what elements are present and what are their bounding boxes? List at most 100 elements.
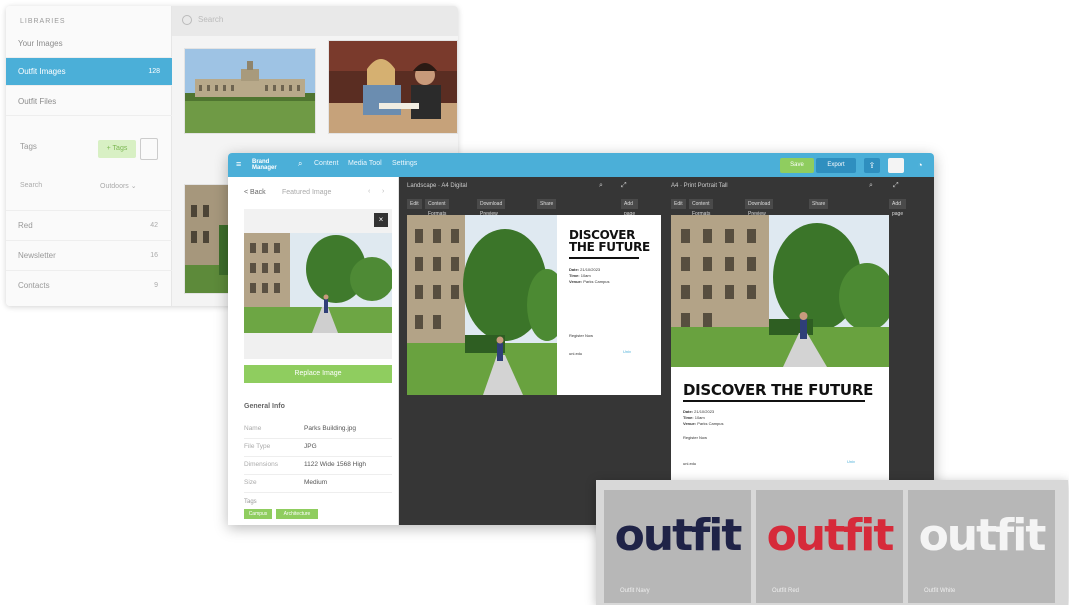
list-item-count: 16 bbox=[150, 252, 158, 259]
tool-content-formats[interactable]: Content Formats bbox=[425, 199, 450, 217]
brand-logo: Brand Manager bbox=[252, 159, 277, 171]
logo-card-red[interactable]: outfit Outfit Red bbox=[756, 490, 903, 603]
menu-icon[interactable]: ≡ bbox=[236, 159, 241, 169]
outfit-logo: outfit bbox=[918, 510, 1047, 561]
filter-search-label[interactable]: Search bbox=[20, 182, 42, 189]
canvas-area: Landscape · A4 Digital ⌕ ⤢ Edit Content … bbox=[399, 177, 934, 525]
event-venue: Venue: Parks Campus bbox=[569, 279, 610, 284]
sidebar-item-outfit-files[interactable]: Outfit Files bbox=[6, 88, 172, 116]
tool-add-page[interactable]: Add page bbox=[621, 199, 639, 217]
arrow-right-icon[interactable]: › bbox=[382, 188, 384, 195]
info-value: JPG bbox=[304, 443, 317, 450]
properties-panel: < Back Featured Image ‹ › × Replace Imag… bbox=[228, 177, 399, 525]
tag-chip[interactable]: Campus bbox=[244, 509, 272, 519]
info-row-name: Name Parks Building.jpg bbox=[244, 421, 392, 439]
nav-content[interactable]: Content bbox=[314, 160, 339, 167]
tool-download-preview[interactable]: Download Preview bbox=[745, 199, 774, 217]
event-date: Date: 21/10/2023 bbox=[569, 267, 601, 272]
tool-edit[interactable]: Edit bbox=[671, 199, 686, 209]
tool-content-formats[interactable]: Content Formats bbox=[689, 199, 714, 217]
zoom-icon[interactable]: ⌕ bbox=[869, 182, 873, 190]
info-value: Parks Building.jpg bbox=[304, 425, 357, 432]
editor-window: ≡ Brand Manager ⌕ Content Media Tool Set… bbox=[228, 153, 934, 525]
tag-chip[interactable]: Architecture bbox=[276, 509, 318, 519]
headline: DISCOVER THE FUTURE bbox=[569, 229, 650, 253]
nav-settings[interactable]: Settings bbox=[392, 160, 417, 167]
event-venue: Venue: Parks Campus bbox=[683, 421, 724, 426]
headline-underline bbox=[683, 400, 865, 402]
expand-icon[interactable]: ⤢ bbox=[893, 182, 899, 190]
sidebar-item-count: 128 bbox=[148, 68, 160, 75]
design-page-portrait[interactable]: DISCOVER THE FUTURE Date: 21/10/2023 Tim… bbox=[671, 215, 889, 483]
event-time: Time: 10am bbox=[569, 273, 591, 278]
tag-stepper[interactable] bbox=[140, 138, 158, 160]
list-item-count: 9 bbox=[154, 282, 158, 289]
filter-select[interactable]: Outdoors ⌄ bbox=[100, 182, 137, 190]
tool-download-preview[interactable]: Download Preview bbox=[477, 199, 506, 217]
library-search-bar[interactable]: Search bbox=[172, 6, 458, 36]
image-thumbnail-building[interactable] bbox=[184, 48, 316, 134]
logo-card-label: Outfit Navy bbox=[620, 588, 650, 594]
sidebar-item-label: Outfit Images bbox=[18, 67, 66, 76]
logo-card-navy[interactable]: outfit Outfit Navy bbox=[604, 490, 751, 603]
list-item-count: 42 bbox=[150, 222, 158, 229]
add-tag-button[interactable]: + Tags bbox=[98, 140, 136, 158]
logo-card-label: Outfit Red bbox=[772, 588, 800, 594]
info-row-dimensions: Dimensions 1122 Wide 1568 High bbox=[244, 457, 392, 475]
pane-title: Landscape · A4 Digital bbox=[407, 183, 468, 189]
event-time: Time: 10am bbox=[683, 415, 705, 420]
bell-icon[interactable]: ◔ bbox=[912, 158, 928, 173]
general-info-heading: General Info bbox=[244, 403, 285, 410]
tool-share[interactable]: Share bbox=[537, 199, 557, 209]
expand-icon[interactable]: ⤢ bbox=[621, 182, 627, 190]
logo-card-white[interactable]: outfit Outfit White bbox=[908, 490, 1055, 603]
image-thumbnail-people[interactable] bbox=[328, 40, 458, 134]
info-key: Size bbox=[244, 479, 257, 486]
sidebar-item-outfit-images[interactable]: Outfit Images 128 bbox=[6, 58, 172, 86]
sidebar-item-label: Your Images bbox=[18, 39, 63, 48]
sidebar-item-your-images[interactable]: Your Images bbox=[6, 30, 172, 58]
campus-photo bbox=[407, 215, 557, 395]
logo-card-label: Outfit White bbox=[924, 588, 956, 594]
info-key: Name bbox=[244, 425, 262, 432]
register-text: Register Now bbox=[569, 333, 594, 338]
chevron-down-icon: ⌄ bbox=[130, 183, 137, 190]
tool-edit[interactable]: Edit bbox=[407, 199, 422, 209]
info-row-size: Size Medium bbox=[244, 475, 392, 493]
close-icon[interactable]: × bbox=[374, 213, 388, 227]
zoom-icon[interactable]: ⌕ bbox=[599, 182, 603, 190]
footer-url: uni.edu bbox=[683, 461, 697, 466]
register-text: Register Now bbox=[683, 435, 708, 440]
featured-image-preview[interactable]: × bbox=[244, 209, 394, 359]
event-date: Date: 21/10/2023 bbox=[683, 409, 715, 414]
replace-image-button[interactable]: Replace Image bbox=[244, 365, 392, 383]
list-item-label: Contacts bbox=[18, 281, 50, 290]
brand-logo-line: Manager bbox=[252, 165, 277, 171]
info-value: 1122 Wide 1568 High bbox=[304, 461, 367, 468]
list-item[interactable]: Newsletter 16 bbox=[6, 240, 172, 270]
user-icon[interactable] bbox=[888, 158, 904, 173]
library-sidebar: LIBRARIES Your Images Outfit Images 128 … bbox=[6, 6, 172, 306]
list-item[interactable]: Red 42 bbox=[6, 210, 172, 240]
nav-media-tool[interactable]: Media Tool bbox=[348, 160, 382, 167]
building-photo bbox=[185, 49, 315, 133]
headline-underline bbox=[569, 257, 639, 259]
back-button[interactable]: < Back bbox=[244, 189, 266, 196]
search-icon[interactable]: ⌕ bbox=[298, 159, 302, 169]
list-item[interactable]: Contacts 9 bbox=[6, 270, 172, 300]
tags-label: Tags bbox=[244, 499, 257, 505]
search-input[interactable]: Search bbox=[198, 15, 223, 24]
design-page-landscape[interactable]: DISCOVER THE FUTURE Date: 21/10/2023 Tim… bbox=[407, 215, 661, 395]
info-key: File Type bbox=[244, 443, 271, 450]
top-toolbar: ≡ Brand Manager ⌕ Content Media Tool Set… bbox=[228, 153, 934, 177]
tool-share[interactable]: Share bbox=[809, 199, 829, 209]
university-logo: Univ bbox=[847, 459, 856, 464]
save-button[interactable]: Save bbox=[780, 158, 814, 173]
outfit-logo: outfit bbox=[614, 510, 743, 561]
export-button[interactable]: Export bbox=[816, 158, 856, 173]
arrow-left-icon[interactable]: ‹ bbox=[368, 188, 370, 195]
headline: DISCOVER THE FUTURE bbox=[683, 383, 873, 398]
libraries-heading: LIBRARIES bbox=[20, 18, 66, 25]
tool-add-page[interactable]: Add page bbox=[889, 199, 907, 217]
share-icon[interactable]: ⇪ bbox=[864, 158, 880, 173]
